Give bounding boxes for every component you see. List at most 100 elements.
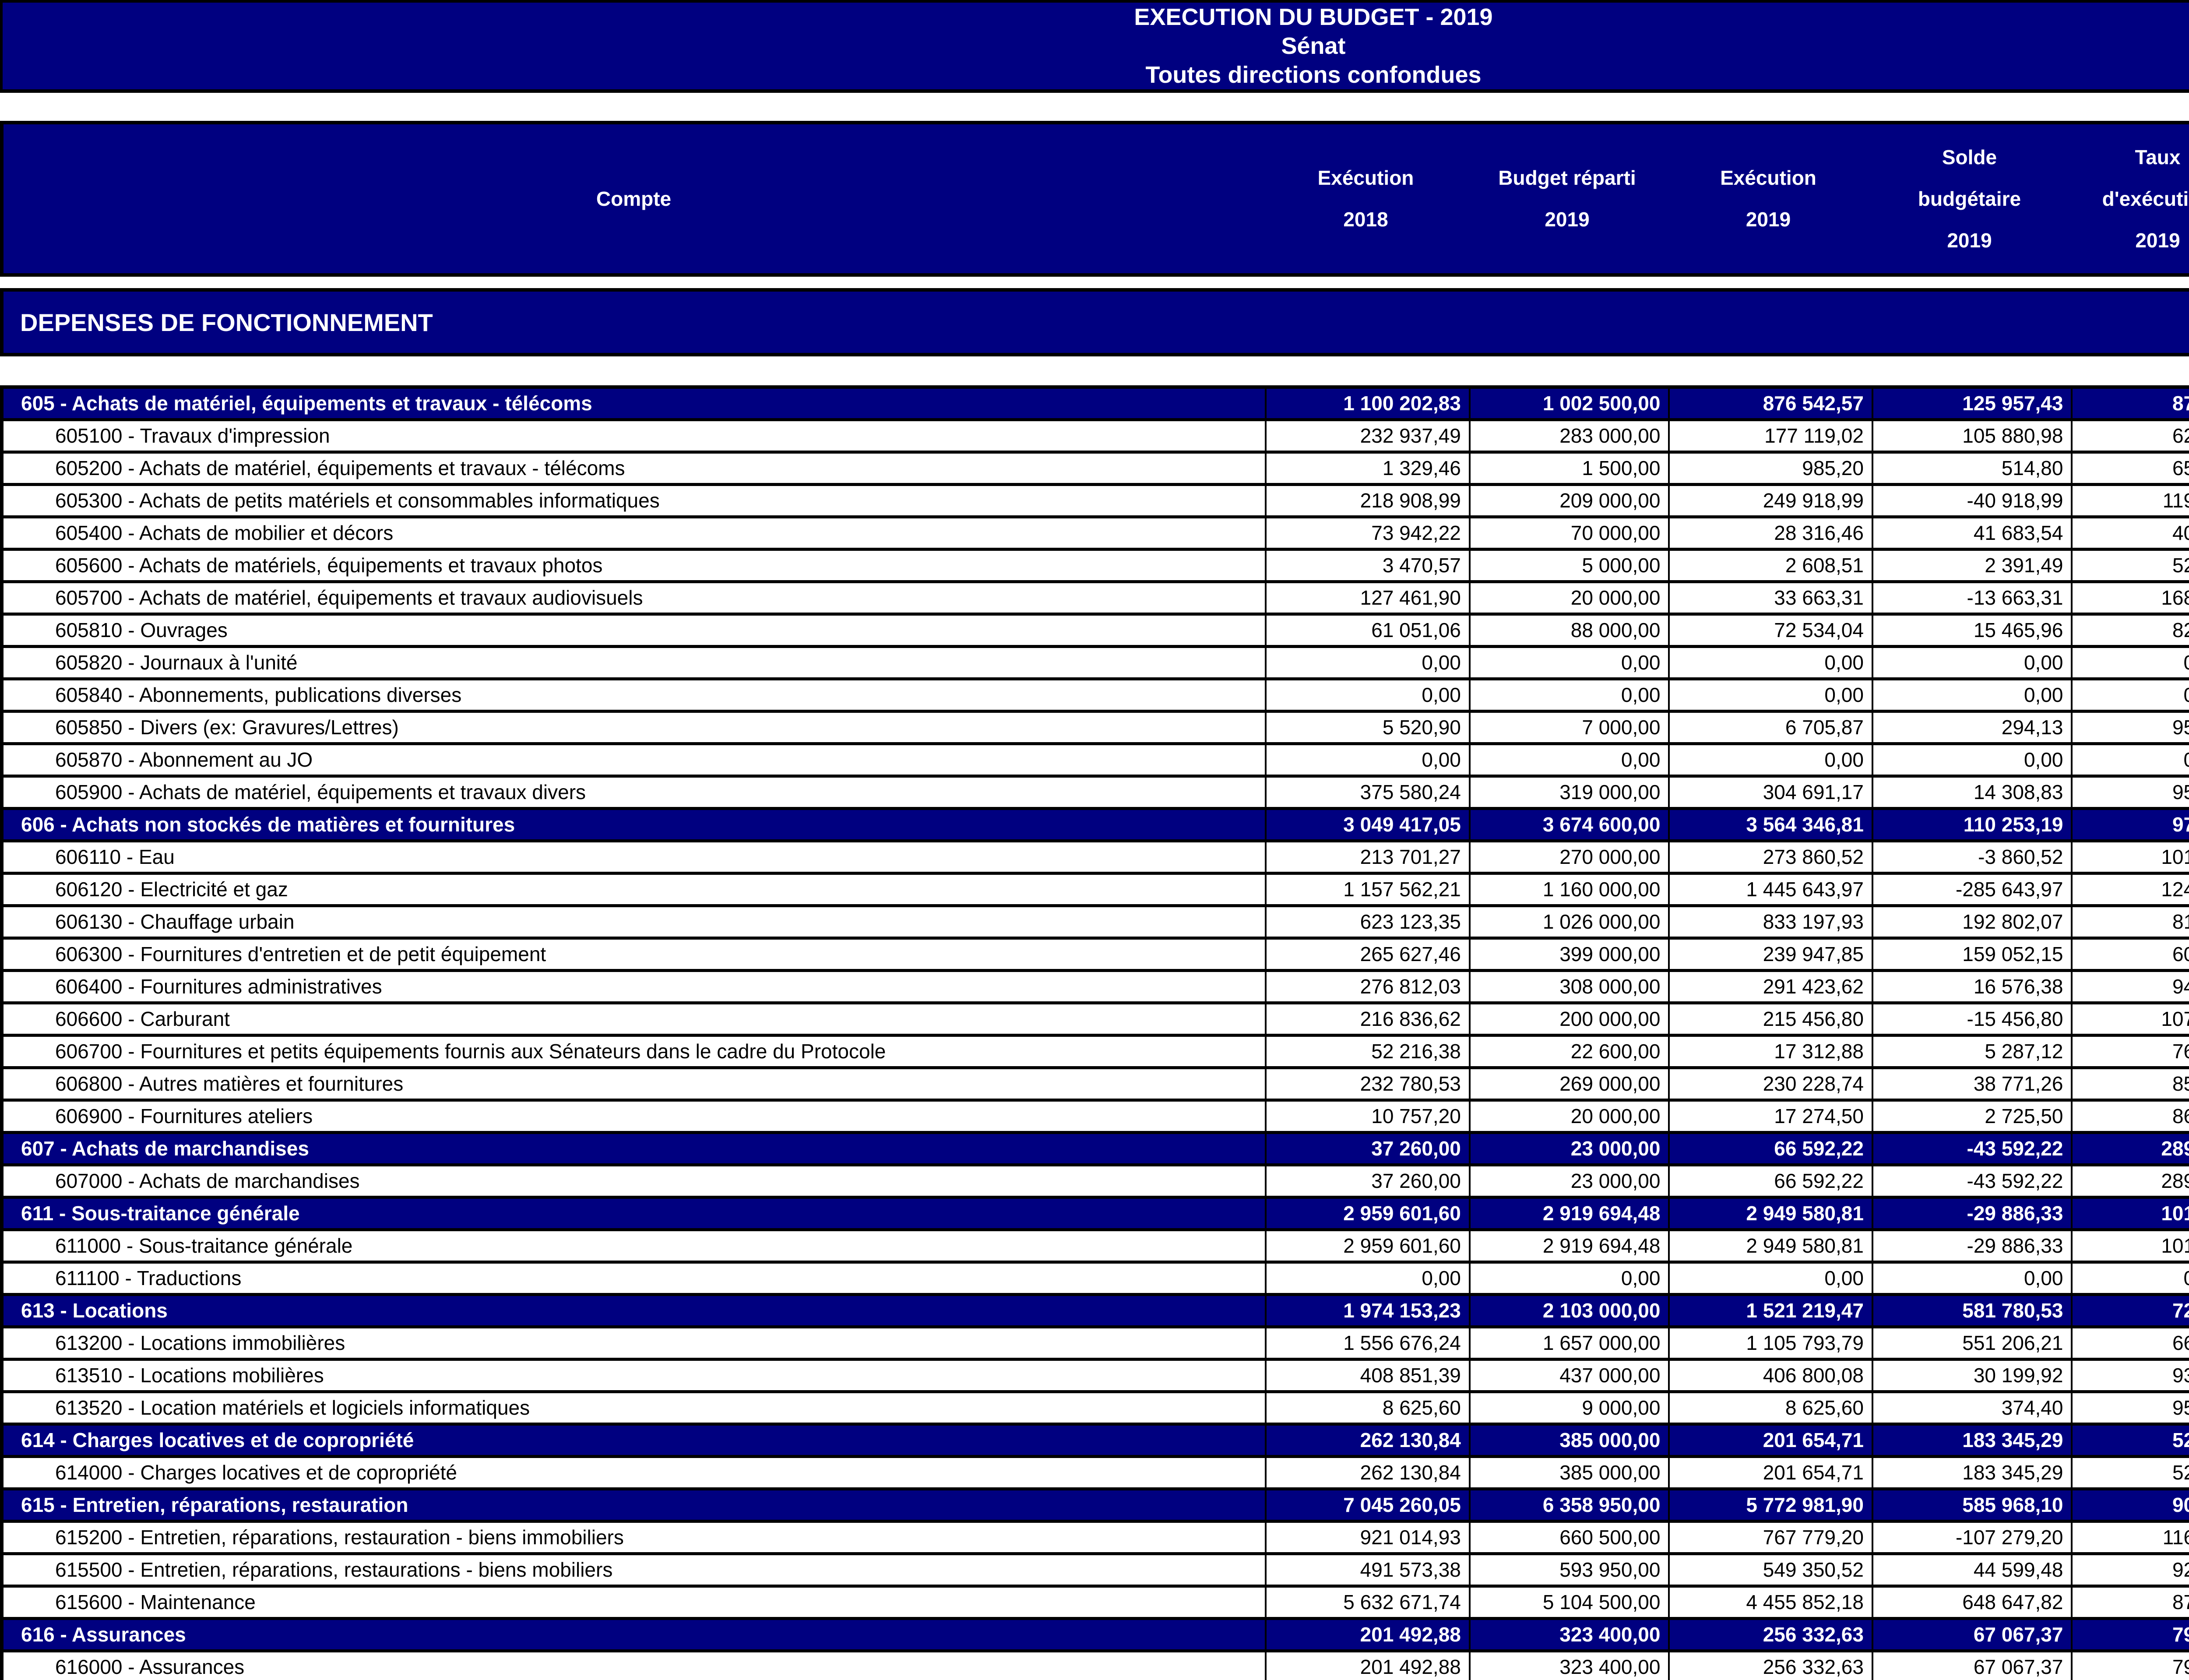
cell-solde2019: 125 957,43 [1872,387,2072,419]
column-header-line: Solde [1942,137,1997,178]
cell-compte: 605900 - Achats de matériel, équipements… [2,776,1266,808]
cell-solde2019: -107 279,20 [1872,1521,2072,1553]
cell-exec2018: 218 908,99 [1266,484,1470,517]
cell-budget2019: 1 160 000,00 [1470,873,1669,905]
cell-compte: 605820 - Journaux à l'unité [2,646,1266,679]
cell-exec2019: 5 772 981,90 [1669,1489,1872,1521]
cell-compte: 606 - Achats non stockés de matières et … [2,808,1266,841]
cell-solde2019: 0,00 [1872,743,2072,776]
cell-budget2019: 1 500,00 [1470,452,1669,484]
cell-budget2019: 593 950,00 [1470,1553,1669,1586]
account-row-606120: 606120 - Electricité et gaz1 157 562,211… [2,873,2189,905]
cell-compte: 616 - Assurances [2,1618,1266,1651]
cell-solde2019: 514,80 [1872,452,2072,484]
cell-budget2019: 323 400,00 [1470,1618,1669,1651]
cell-compte: 606600 - Carburant [2,1003,1266,1035]
cell-exec2019: 876 542,57 [1669,387,1872,419]
cell-budget2019: 7 000,00 [1470,711,1669,743]
cell-budget2019: 1 002 500,00 [1470,387,1669,419]
cell-exec2019: 215 456,80 [1669,1003,1872,1035]
cell-solde2019: 192 802,07 [1872,905,2072,938]
cell-compte: 605300 - Achats de petits matériels et c… [2,484,1266,517]
account-row-606110: 606110 - Eau213 701,27270 000,00273 860,… [2,841,2189,873]
account-row-605820: 605820 - Journaux à l'unité0,000,000,000… [2,646,2189,679]
column-header-line: Taux [2135,137,2181,178]
cell-taux2019: 95,80% [2072,711,2189,743]
account-row-613510: 613510 - Locations mobilières408 851,394… [2,1359,2189,1391]
cell-compte: 606900 - Fournitures ateliers [2,1100,1266,1132]
cell-exec2018: 213 701,27 [1266,841,1470,873]
account-row-606700: 606700 - Fournitures et petits équipemen… [2,1035,2189,1067]
cell-budget2019: 269 000,00 [1470,1067,1669,1100]
cell-exec2019: 1 105 793,79 [1669,1327,1872,1359]
cell-taux2019: 93,09% [2072,1359,2189,1391]
cell-budget2019: 88 000,00 [1470,614,1669,646]
cell-solde2019: 38 771,26 [1872,1067,2072,1100]
account-row-605600: 605600 - Achats de matériels, équipement… [2,549,2189,581]
column-header-line: 2019 [1947,220,1992,261]
cell-taux2019: 97,00% [2072,808,2189,841]
column-header-line: budgétaire [1918,178,2021,220]
cell-budget2019: 323 400,00 [1470,1651,1669,1680]
cell-exec2019: 2 949 580,81 [1669,1197,1872,1229]
cell-budget2019: 1 657 000,00 [1470,1327,1669,1359]
cell-taux2019: 95,51% [2072,776,2189,808]
cell-compte: 606800 - Autres matières et fournitures [2,1067,1266,1100]
cell-taux2019: 119,58% [2072,484,2189,517]
cell-budget2019: 22 600,00 [1470,1035,1669,1067]
cell-solde2019: 0,00 [1872,1262,2072,1294]
cell-compte: 605400 - Achats de mobilier et décors [2,517,1266,549]
cell-taux2019: 52,38% [2072,1456,2189,1489]
cell-compte: 605870 - Abonnement au JO [2,743,1266,776]
cell-budget2019: 385 000,00 [1470,1456,1669,1489]
cell-exec2019: 239 947,85 [1669,938,1872,970]
cell-exec2019: 230 228,74 [1669,1067,1872,1100]
cell-budget2019: 2 919 694,48 [1470,1197,1669,1229]
cell-exec2019: 66 592,22 [1669,1132,1872,1165]
cell-compte: 611000 - Sous-traitance générale [2,1229,1266,1262]
cell-budget2019: 5 104 500,00 [1470,1586,1669,1618]
column-header-taux2019: Tauxd'exécution2019 [2069,124,2189,273]
cell-solde2019: 374,40 [1872,1391,2072,1424]
cell-compte: 606400 - Fournitures administratives [2,970,1266,1003]
cell-solde2019: 5 287,12 [1872,1035,2072,1067]
cell-budget2019: 319 000,00 [1470,776,1669,808]
column-header-compte: Compte [4,124,1264,273]
report-page: EXECUTION DU BUDGET - 2019 Sénat Toutes … [0,0,2189,1680]
cell-compte: 605810 - Ouvrages [2,614,1266,646]
cell-solde2019: 581 780,53 [1872,1294,2072,1327]
budget-table-body: 605 - Achats de matériel, équipements et… [2,387,2189,1680]
cell-compte: 605 - Achats de matériel, équipements et… [2,387,1266,419]
cell-budget2019: 70 000,00 [1470,517,1669,549]
cell-solde2019: -40 918,99 [1872,484,2072,517]
cell-exec2018: 10 757,20 [1266,1100,1470,1132]
account-row-605810: 605810 - Ouvrages61 051,0688 000,0072 53… [2,614,2189,646]
account-row-614000: 614000 - Charges locatives et de copropr… [2,1456,2189,1489]
cell-solde2019: 14 308,83 [1872,776,2072,808]
cell-taux2019: 40,45% [2072,517,2189,549]
cell-solde2019: 41 683,54 [1872,517,2072,549]
account-row-613520: 613520 - Location matériels et logiciels… [2,1391,2189,1424]
report-title: EXECUTION DU BUDGET - 2019 [1134,3,1492,32]
report-subtitle-entity: Sénat [1281,32,1345,60]
cell-compte: 605600 - Achats de matériels, équipement… [2,549,1266,581]
cell-exec2019: 549 350,52 [1669,1553,1872,1586]
cell-taux2019: 90,79% [2072,1489,2189,1521]
category-row-613: 613 - Locations1 974 153,232 103 000,001… [2,1294,2189,1327]
cell-exec2018: 1 100 202,83 [1266,387,1470,419]
cell-solde2019: 183 345,29 [1872,1424,2072,1456]
cell-exec2019: 256 332,63 [1669,1618,1872,1651]
cell-budget2019: 0,00 [1470,679,1669,711]
column-header-line: Budget réparti [1498,157,1636,199]
cell-budget2019: 437 000,00 [1470,1359,1669,1391]
cell-compte: 611 - Sous-traitance générale [2,1197,1266,1229]
cell-taux2019: 0,00% [2072,646,2189,679]
cell-taux2019: 66,73% [2072,1327,2189,1359]
cell-exec2018: 7 045 260,05 [1266,1489,1470,1521]
cell-taux2019: 168,32% [2072,581,2189,614]
report-subtitle-scope: Toutes directions confondues [1145,60,1481,89]
cell-taux2019: 0,00% [2072,1262,2189,1294]
cell-exec2018: 3 470,57 [1266,549,1470,581]
cell-exec2018: 37 260,00 [1266,1132,1470,1165]
account-row-605300: 605300 - Achats de petits matériels et c… [2,484,2189,517]
